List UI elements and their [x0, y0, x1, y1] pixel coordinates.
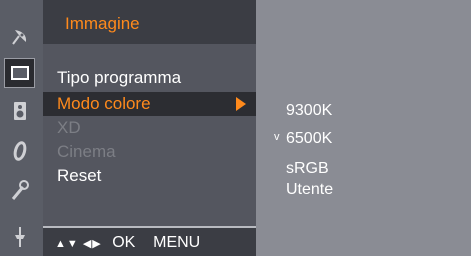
option-6500k[interactable]: v 6500K	[256, 130, 471, 152]
menu-hint: MENU	[153, 234, 201, 251]
option-label: 6500K	[286, 130, 333, 147]
option-srgb[interactable]: sRGB	[256, 160, 471, 182]
check-mark-icon: v	[274, 131, 280, 143]
clock-icon[interactable]	[4, 136, 35, 166]
option-label: sRGB	[286, 160, 329, 177]
option-9300k[interactable]: 9300K	[256, 102, 471, 124]
menu-item-tipo-programma[interactable]: Tipo programma	[43, 66, 256, 90]
menu-title: Immagine	[65, 14, 140, 33]
option-label: Utente	[286, 181, 334, 198]
plug-icon[interactable]	[4, 222, 35, 252]
tv-osd-menu: Immagine Tipo programma Modo colore XD C…	[0, 0, 471, 256]
menu-header: Immagine	[43, 0, 256, 44]
nav-arrows-icon: ▲▼ ◀▶	[55, 238, 102, 250]
menu-item-label: Modo colore	[57, 94, 151, 113]
screen-icon[interactable]	[4, 58, 35, 88]
option-utente[interactable]: Utente	[256, 181, 471, 203]
wrench-icon[interactable]	[4, 176, 35, 206]
option-label: 9300K	[286, 102, 333, 119]
menu-item-label: Tipo programma	[57, 68, 182, 87]
menu-panel: Immagine Tipo programma Modo colore XD C…	[43, 0, 256, 256]
menu-item-cinema: Cinema	[43, 140, 256, 164]
menu-footer: ▲▼ ◀▶ OK MENU	[43, 226, 256, 256]
menu-item-modo-colore[interactable]: Modo colore	[43, 92, 256, 116]
submenu-arrow-icon	[236, 97, 246, 111]
satellite-dish-icon[interactable]	[4, 22, 35, 52]
ok-hint: OK	[112, 234, 136, 251]
menu-item-label: XD	[57, 118, 81, 137]
speaker-icon[interactable]	[4, 96, 35, 126]
menu-item-label: Reset	[57, 166, 102, 185]
menu-item-xd: XD	[43, 116, 256, 140]
menu-item-label: Cinema	[57, 142, 116, 161]
footer-hint: ▲▼ ◀▶ OK MENU	[55, 234, 200, 252]
menu-item-reset[interactable]: Reset	[43, 164, 256, 188]
submenu-panel: 9300K v 6500K sRGB Utente	[256, 0, 471, 256]
category-rail	[0, 0, 43, 256]
